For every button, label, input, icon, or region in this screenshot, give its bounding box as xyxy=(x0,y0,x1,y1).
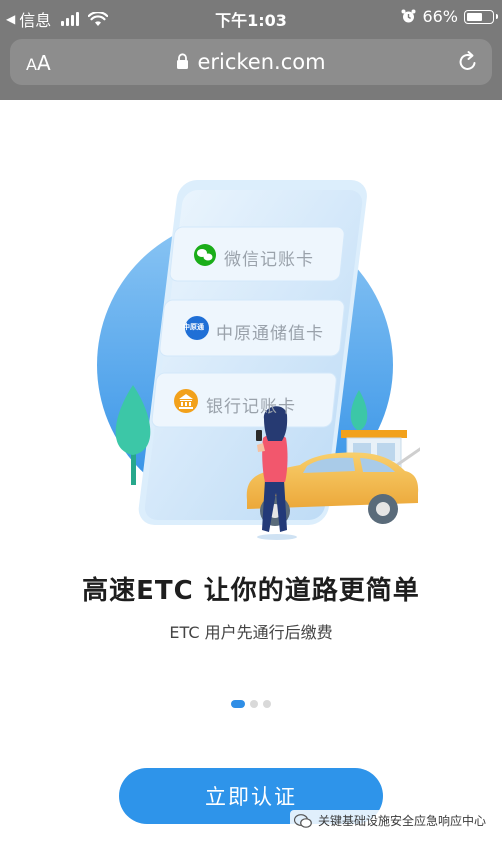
status-bar: ◀ 信息 下午1:03 66% xyxy=(0,0,502,34)
battery-percent: 66% xyxy=(422,7,458,26)
url-text: ericken.com xyxy=(197,50,326,74)
url-display[interactable]: ericken.com xyxy=(10,50,492,74)
status-right: 66% xyxy=(401,7,498,26)
page-headline: 高速ETC 让你的道路更简单 xyxy=(82,576,420,606)
watermark: 关键基础设施安全应急响应中心 xyxy=(289,810,490,831)
watermark-text: 关键基础设施安全应急响应中心 xyxy=(317,814,486,828)
pagination-dot[interactable] xyxy=(231,700,245,708)
page-subhead: ETC 用户先通行后缴费 xyxy=(169,623,333,642)
wechat-watermark-icon xyxy=(293,813,312,828)
lock-icon xyxy=(177,52,189,69)
battery-icon xyxy=(464,9,498,24)
pagination-dot[interactable] xyxy=(250,700,258,708)
zhongyuan-logo-text: 中原通 xyxy=(183,323,204,331)
reload-icon[interactable] xyxy=(456,50,480,74)
hero-illustration xyxy=(97,180,420,540)
alarm-clock-icon xyxy=(401,9,416,23)
card-label-bank: 银行记账卡 xyxy=(206,397,296,417)
address-bar[interactable]: AA ericken.com xyxy=(10,39,492,85)
pagination-dot[interactable] xyxy=(263,700,271,708)
card-label-wechat: 微信记账卡 xyxy=(224,250,314,270)
carousel-pagination[interactable] xyxy=(0,700,502,708)
browser-chrome: ◀ 信息 下午1:03 66% AA ericken.com xyxy=(0,0,502,100)
card-label-zhongyuan: 中原通储值卡 xyxy=(216,324,324,344)
